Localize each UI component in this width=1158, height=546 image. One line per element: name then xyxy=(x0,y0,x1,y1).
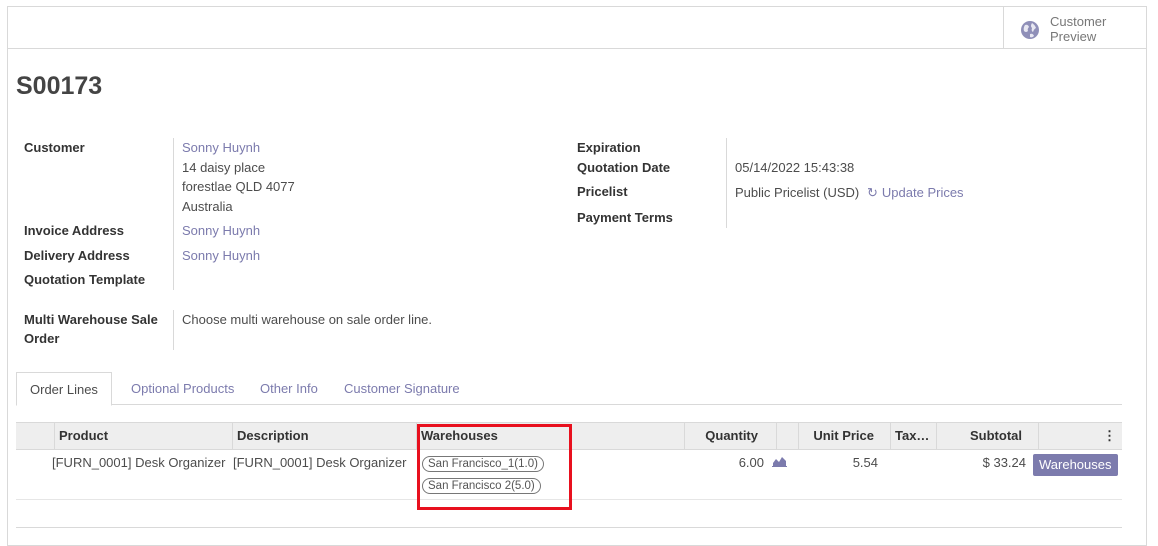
address-line-1: 14 daisy place xyxy=(182,159,266,175)
row-unit-price[interactable]: 5.54 xyxy=(816,455,878,471)
delivery-address-label: Delivery Address xyxy=(24,248,130,263)
field-divider xyxy=(173,310,174,350)
update-prices-label: Update Prices xyxy=(881,185,964,200)
globe-icon xyxy=(1021,21,1039,39)
row-product[interactable]: [FURN_0001] Desk Organizer xyxy=(52,455,230,471)
handle-column-header xyxy=(16,423,54,450)
invoice-address-label: Invoice Address xyxy=(24,223,124,238)
tab-other-info[interactable]: Other Info xyxy=(247,372,331,405)
update-prices-button[interactable]: ↻ Update Prices xyxy=(867,183,964,203)
forecast-chart-icon[interactable] xyxy=(772,455,788,471)
refresh-icon: ↻ xyxy=(867,185,878,200)
column-header-unit-price[interactable]: Unit Price xyxy=(798,423,890,450)
quotation-template-label: Quotation Template xyxy=(24,272,146,287)
field-divider xyxy=(173,138,174,290)
warehouses-button[interactable]: Warehouses xyxy=(1033,454,1118,476)
table-bottom-divider xyxy=(16,527,1122,528)
customer-label: Customer xyxy=(24,140,85,155)
column-header-subtotal[interactable]: Subtotal xyxy=(936,423,1038,450)
pricelist-value[interactable]: Public Pricelist (USD) xyxy=(735,183,859,203)
tab-order-lines[interactable]: Order Lines xyxy=(16,372,112,406)
column-header-description[interactable]: Description xyxy=(232,423,416,450)
quotation-date-label: Quotation Date xyxy=(577,160,671,175)
field-divider xyxy=(726,138,727,228)
payment-terms-field[interactable] xyxy=(735,208,935,227)
pricelist-label: Pricelist xyxy=(577,184,628,199)
notebook-tabs: Order Lines Optional Products Other Info… xyxy=(16,372,1122,406)
expiration-label: Expiration xyxy=(577,140,641,155)
customer-preview-label: Customer Preview xyxy=(1050,14,1107,44)
invoice-address-link[interactable]: Sonny Huynh xyxy=(182,221,260,241)
expiration-field[interactable] xyxy=(735,138,935,157)
forecast-column-header xyxy=(776,423,798,450)
record-title: S00173 xyxy=(16,72,103,100)
customer-link[interactable]: Sonny Huynh xyxy=(182,138,295,158)
payment-terms-label: Payment Terms xyxy=(577,210,673,225)
quotation-template-field[interactable] xyxy=(182,270,382,289)
address-line-3: Australia xyxy=(182,198,233,214)
button-box: Customer Preview xyxy=(8,7,1146,49)
customer-preview-button[interactable]: Customer Preview xyxy=(1003,7,1146,49)
address-line-2: forestlae QLD 4077 xyxy=(182,179,295,194)
warehouses-highlight-box xyxy=(417,424,572,510)
quotation-date-value[interactable]: 05/14/2022 15:43:38 xyxy=(735,158,854,178)
column-header-product[interactable]: Product xyxy=(54,423,232,450)
optional-columns-toggle[interactable]: ⋮ xyxy=(1038,423,1122,450)
delivery-address-link[interactable]: Sonny Huynh xyxy=(182,246,260,266)
vertical-ellipsis-icon: ⋮ xyxy=(1103,428,1116,443)
row-description[interactable]: [FURN_0001] Desk Organizer xyxy=(233,455,413,471)
row-quantity[interactable]: 6.00 xyxy=(706,455,764,471)
multi-warehouse-value: Choose multi warehouse on sale order lin… xyxy=(182,312,433,327)
row-subtotal: $ 33.24 xyxy=(982,455,1026,470)
column-header-taxes[interactable]: Tax… xyxy=(890,423,936,450)
tab-customer-signature[interactable]: Customer Signature xyxy=(331,372,473,405)
tab-optional-products[interactable]: Optional Products xyxy=(118,372,247,405)
column-header-quantity[interactable]: Quantity xyxy=(684,423,776,450)
multi-warehouse-label: Multi Warehouse Sale Order xyxy=(24,312,158,346)
